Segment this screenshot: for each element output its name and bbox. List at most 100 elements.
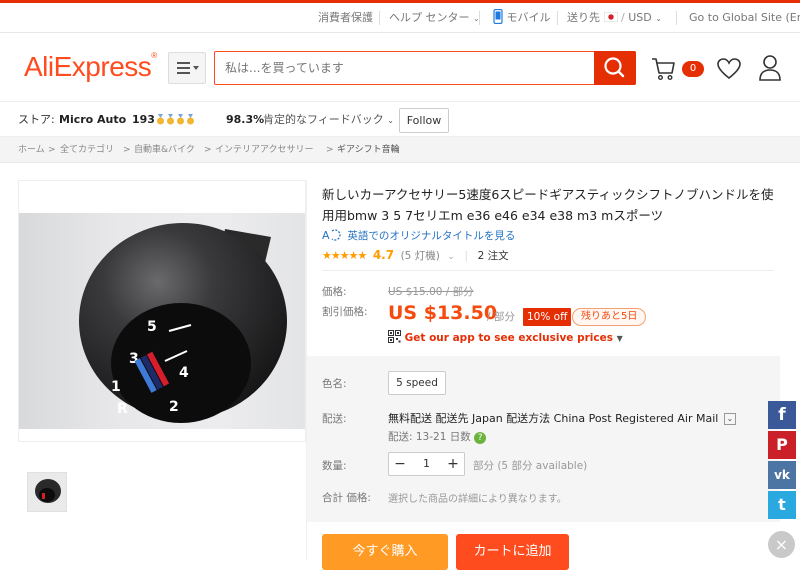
follow-button[interactable]: Follow xyxy=(399,108,449,133)
category-menu-button[interactable] xyxy=(168,52,206,84)
main-header: AliExpress® 0 xyxy=(0,34,800,102)
pinterest-share-button[interactable]: P xyxy=(768,431,796,459)
discount-badge: 10% off xyxy=(523,308,572,326)
add-to-cart-button[interactable]: カートに追加 xyxy=(456,534,569,570)
store-bar: ストア: Micro Auto 193 98.3% 肯定的なフィードバック ⌄ … xyxy=(0,103,800,137)
breadcrumb-home[interactable]: ホーム xyxy=(18,137,45,163)
cart-icon xyxy=(652,58,675,81)
consumer-protection-link[interactable]: 消費者保護 xyxy=(318,3,373,33)
search-button[interactable] xyxy=(594,51,636,85)
shipping-selector[interactable]: 無料配送 配送先 Japan 配送方法 China Post Registere… xyxy=(388,411,736,427)
search-icon xyxy=(604,57,625,78)
cart-button[interactable] xyxy=(651,56,677,82)
medal-icon xyxy=(177,114,184,125)
product-image-viewer[interactable]: 5 3 1 4 2 R xyxy=(18,180,306,442)
rating-row: ★★★★★ 4.7 (5 灯機) ⌄ | 2 注文 xyxy=(322,246,509,264)
top-utility-bar: 消費者保護 ヘルプ センター ⌄ モバイル 送り先 / USD ⌄ Go to … xyxy=(0,3,800,33)
global-site-link[interactable]: Go to Global Site (English) xyxy=(689,3,800,33)
shipping-label: 配送: xyxy=(322,413,347,425)
quantity-stepper: − 1 + xyxy=(388,452,465,476)
account-button[interactable] xyxy=(758,54,782,82)
facebook-icon: f xyxy=(778,405,786,425)
medal-icon xyxy=(187,114,194,125)
availability-text: 部分 (5 部分 available) xyxy=(473,460,588,472)
svg-text:5: 5 xyxy=(147,319,157,335)
rating-votes-link[interactable]: (5 灯機) xyxy=(401,250,440,262)
twitter-share-button[interactable]: t xyxy=(768,491,796,519)
discount-price-label: 割引価格: xyxy=(322,306,368,318)
close-share-button[interactable]: × xyxy=(768,531,795,558)
svg-text:R: R xyxy=(117,401,128,417)
app-link-label: Get our app to see exclusive prices xyxy=(404,332,613,344)
color-label: 色名: xyxy=(322,378,347,390)
wishlist-button[interactable] xyxy=(716,56,742,82)
delivery-estimate: 配送: 13-21 日数 ? xyxy=(388,429,487,445)
chevron-down-icon: ⌄ xyxy=(447,252,455,262)
store-score: 193 xyxy=(132,113,155,126)
sale-price: US $13.50 xyxy=(388,302,498,324)
pinterest-icon: P xyxy=(776,435,788,454)
total-price-label: 合計 価格: xyxy=(322,492,371,504)
sku-option-5-speed[interactable]: 5 speed xyxy=(388,371,446,395)
original-price: US $15.00 / 部分 xyxy=(388,286,474,298)
product-image: 5 3 1 4 2 R xyxy=(19,213,305,429)
help-center-link[interactable]: ヘルプ センター ⌄ xyxy=(389,3,480,33)
price-label: 価格: xyxy=(322,286,347,298)
search-box xyxy=(214,51,636,85)
logo-text: AliExpress xyxy=(24,51,152,82)
facebook-share-button[interactable]: f xyxy=(768,401,796,429)
shipping-text: 無料配送 配送先 Japan 配送方法 China Post Registere… xyxy=(388,412,719,425)
search-input[interactable] xyxy=(215,52,595,84)
svg-text:A: A xyxy=(322,229,330,242)
currency-label: USD xyxy=(628,11,652,24)
japan-flag-icon xyxy=(603,11,618,23)
chevron-down-icon: ⌄ xyxy=(655,14,662,23)
breadcrumb-all-categories[interactable]: 全てカテゴリ xyxy=(60,137,114,163)
breadcrumb: ホーム > 全てカテゴリ > 自動車&バイク > インテリアアクセサリー > ギ… xyxy=(0,137,800,163)
svg-text:1: 1 xyxy=(111,379,121,395)
svg-text:2: 2 xyxy=(169,399,179,415)
feedback-dropdown[interactable]: 肯定的なフィードバック ⌄ xyxy=(263,103,394,137)
total-price-note: 選択した商品の詳細により異なります。 xyxy=(388,494,567,505)
close-icon: × xyxy=(774,535,789,554)
quantity-label: 数量: xyxy=(322,460,347,472)
chevron-down-icon: ⌄ xyxy=(723,413,736,425)
breadcrumb-sep: > xyxy=(326,145,334,155)
star-rating-icons: ★★★★★ xyxy=(322,249,367,262)
days-left-badge: 残りあと5日 xyxy=(572,308,647,326)
qr-code-icon xyxy=(388,330,401,343)
product-title: 新しいカーアクセサリー5速度6スピードギアスティックシフトノブハンドルを使用用b… xyxy=(322,187,774,223)
store-label: ストア: xyxy=(18,113,55,126)
rating-value: 4.7 xyxy=(372,248,395,262)
store-medals xyxy=(156,103,196,137)
vk-icon: vk xyxy=(774,468,790,482)
mobile-link[interactable]: モバイル xyxy=(493,3,551,33)
help-icon[interactable]: ? xyxy=(474,432,487,444)
app-exclusive-link[interactable]: Get our app to see exclusive prices ▼ xyxy=(388,330,623,346)
ship-to-label: 送り先 xyxy=(567,11,600,24)
vk-share-button[interactable]: vk xyxy=(768,461,796,489)
hamburger-icon xyxy=(177,62,199,74)
ship-to-selector[interactable]: 送り先 / USD ⌄ xyxy=(567,3,662,33)
divider xyxy=(322,270,774,271)
orders-count: 2 注文 xyxy=(477,250,509,262)
quantity-input[interactable]: 1 xyxy=(411,453,442,475)
breadcrumb-sep: > xyxy=(204,145,212,155)
cart-count-badge: 0 xyxy=(682,61,704,77)
help-center-label: ヘルプ センター xyxy=(389,11,470,24)
buy-now-button[interactable]: 今すぐ購入 xyxy=(322,534,448,570)
medal-icon xyxy=(157,114,164,125)
quantity-decrease-button[interactable]: − xyxy=(389,453,411,475)
aliexpress-logo[interactable]: AliExpress® xyxy=(24,51,157,83)
phone-icon xyxy=(493,8,503,25)
delivery-text: 配送: 13-21 日数 xyxy=(388,431,471,443)
translate-title-link[interactable]: A 英語でのオリジナルタイトルを見る xyxy=(322,228,515,244)
translate-label: 英語でのオリジナルタイトルを見る xyxy=(347,230,516,242)
breadcrumb-interior[interactable]: インテリアアクセサリー xyxy=(215,137,314,163)
user-icon xyxy=(759,55,781,81)
store-name-link[interactable]: Micro Auto xyxy=(59,103,126,137)
breadcrumb-auto[interactable]: 自動車&バイク xyxy=(134,137,195,163)
quantity-increase-button[interactable]: + xyxy=(442,453,464,475)
product-thumbnail[interactable] xyxy=(27,472,67,512)
twitter-icon: t xyxy=(778,495,786,514)
